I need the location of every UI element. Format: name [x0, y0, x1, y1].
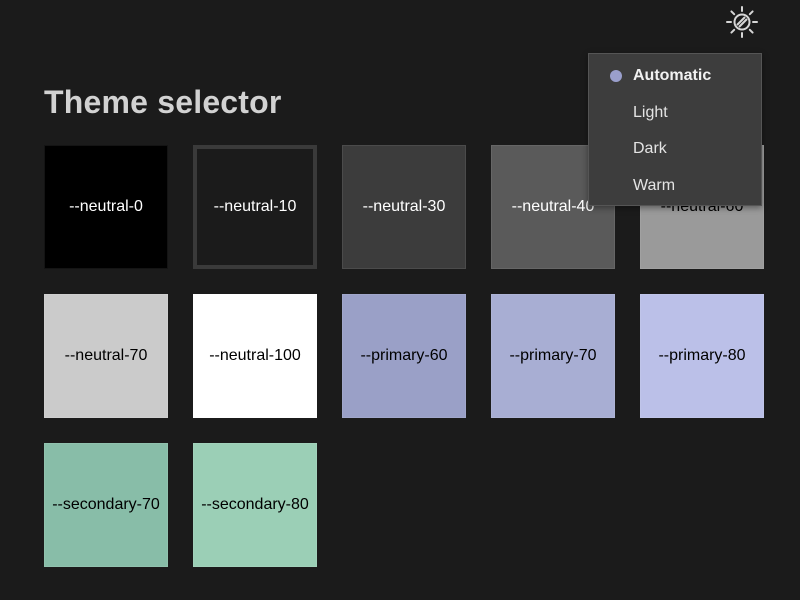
menu-item-light[interactable]: Light: [589, 95, 761, 132]
swatch-label: --neutral-30: [362, 198, 446, 215]
page-title: Theme selector: [44, 84, 282, 120]
swatch-primary-60: --primary-60: [342, 294, 466, 418]
swatch-neutral-30: --neutral-30: [342, 145, 466, 269]
swatch-label: --neutral-0: [69, 198, 143, 215]
menu-item-warm[interactable]: Warm: [589, 168, 761, 205]
swatch-label: --primary-60: [360, 347, 448, 364]
menu-item-label: Warm: [633, 176, 676, 194]
swatch-label: --primary-80: [658, 347, 746, 364]
menu-item-label: Automatic: [633, 67, 712, 84]
swatch-primary-70: --primary-70: [491, 294, 615, 418]
swatch-secondary-80: --secondary-80: [193, 443, 317, 567]
swatch-label: --primary-70: [509, 347, 597, 364]
theme-toggle-button[interactable]: [724, 4, 760, 40]
menu-item-dark[interactable]: Dark: [589, 131, 761, 168]
theme-menu: Automatic Light Dark Warm: [588, 53, 762, 206]
swatch-label: --neutral-70: [64, 347, 148, 364]
theme-sun-icon: [726, 6, 758, 38]
selected-indicator-icon: [610, 70, 622, 83]
swatch-primary-80: --primary-80: [640, 294, 764, 418]
menu-item-label: Dark: [633, 140, 667, 157]
swatch-label: --neutral-40: [511, 198, 595, 215]
swatch-neutral-10: --neutral-10: [193, 145, 317, 269]
swatch-neutral-100: --neutral-100: [193, 294, 317, 418]
swatch-grid: --neutral-0 --neutral-10 --neutral-30 --…: [44, 145, 764, 567]
swatch-label: --neutral-10: [213, 198, 297, 215]
swatch-label: --secondary-70: [52, 496, 160, 513]
menu-item-label: Light: [633, 103, 668, 121]
swatch-label: --neutral-100: [209, 347, 301, 364]
swatch-neutral-0: --neutral-0: [44, 145, 168, 269]
menu-item-automatic[interactable]: Automatic: [589, 58, 761, 95]
swatch-label: --secondary-80: [201, 496, 309, 513]
swatch-neutral-70: --neutral-70: [44, 294, 168, 418]
swatch-secondary-70: --secondary-70: [44, 443, 168, 567]
